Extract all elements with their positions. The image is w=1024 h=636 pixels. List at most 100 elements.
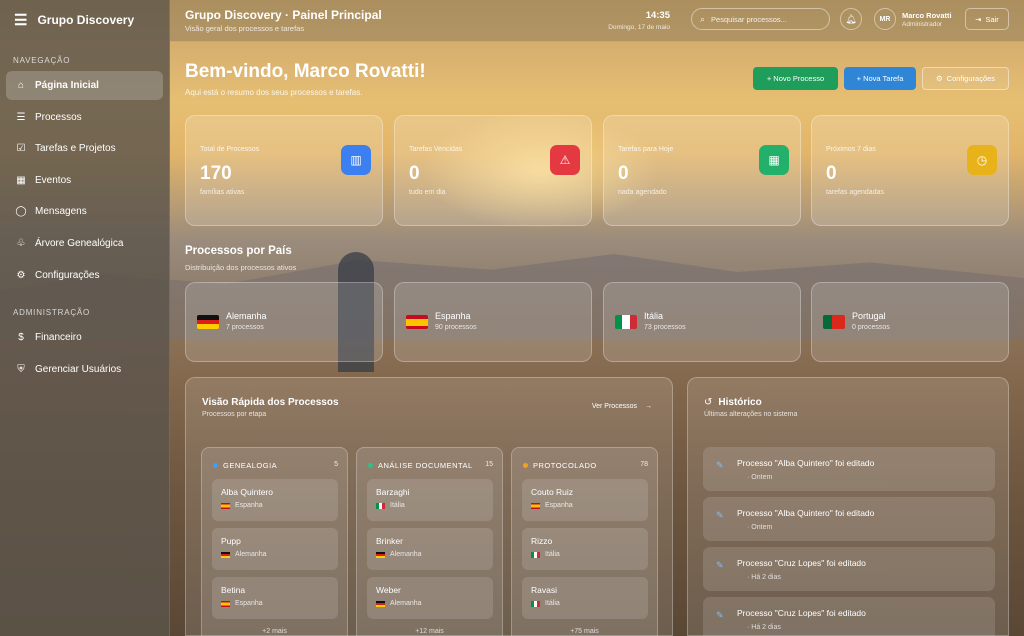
sidebar-item-label: Financeiro xyxy=(35,332,82,344)
notifications-button[interactable]: 🔔︎ xyxy=(840,8,862,30)
spain-flag-icon xyxy=(221,600,230,607)
view-processes-link[interactable]: Ver Processos → xyxy=(592,403,652,410)
stage-count: 5 xyxy=(334,461,338,468)
sidebar-item-users[interactable]: ⛨ Gerenciar Usuários xyxy=(6,355,163,384)
stage-header: PROTOCOLADO xyxy=(523,461,597,470)
sidebar-item-events[interactable]: ▦ Eventos xyxy=(6,166,163,195)
italy-flag-icon xyxy=(531,551,540,558)
process-card[interactable]: Brinker Alemanha xyxy=(367,528,493,570)
stat-card-overdue-tasks[interactable]: Tarefas Vencidas 0 tudo em dia ⚠ xyxy=(394,115,592,226)
country-name: Portugal xyxy=(852,311,886,321)
history-item[interactable]: ✎ Processo "Cruz Lopes" foi editado · Há 2… xyxy=(703,547,995,591)
admin-section-label: ADMINISTRAÇÃO xyxy=(13,308,91,318)
process-country: Alemanha xyxy=(376,600,422,607)
sidebar-item-processes[interactable]: ☰ Processos xyxy=(6,103,163,132)
spain-flag-icon xyxy=(531,502,540,509)
page-subtitle: Visão geral dos processos e tarefas xyxy=(185,24,305,33)
process-card[interactable]: Barzaghi Itália xyxy=(367,479,493,521)
history-text: Processo "Alba Quintero" foi editado xyxy=(737,508,875,518)
edit-icon: ✎ xyxy=(716,560,724,570)
logout-button[interactable]: ⇥ Sair xyxy=(965,8,1009,30)
stat-label: Próximos 7 dias xyxy=(826,146,876,153)
germany-flag-icon xyxy=(376,551,385,558)
process-card[interactable]: Ravasi Itália xyxy=(522,577,648,619)
logout-icon: ⇥ xyxy=(975,14,982,24)
country-name: Espanha xyxy=(435,311,471,321)
country-card-spain[interactable]: Espanha 90 processos xyxy=(394,282,592,362)
countries-title: Processos por País xyxy=(185,245,292,257)
process-country: Espanha xyxy=(221,502,263,509)
more-link[interactable]: +12 mais xyxy=(357,628,502,635)
stat-card-next-7-days[interactable]: Próximos 7 dias 0 tarefas agendadas ◷ xyxy=(811,115,1009,226)
history-icon: ↺ xyxy=(704,397,713,408)
stage-title: PROTOCOLADO xyxy=(533,461,597,470)
stat-label: Tarefas Vencidas xyxy=(409,146,463,153)
more-link[interactable]: +75 mais xyxy=(512,628,657,635)
settings-button[interactable]: ⚙ Configurações xyxy=(922,67,1009,90)
sidebar-brand: ☰ Grupo Discovery xyxy=(0,0,169,40)
home-icon: ⌂ xyxy=(17,80,25,91)
history-time-label: Ontem xyxy=(751,524,773,531)
country-card-portugal[interactable]: Portugal 0 processos xyxy=(811,282,1009,362)
history-text: Processo "Alba Quintero" foi editado xyxy=(737,458,875,468)
process-card[interactable]: Pupp Alemanha xyxy=(212,528,338,570)
chart-icon: ▥ xyxy=(341,145,371,175)
country-count: 7 processos xyxy=(226,324,264,331)
stat-card-total-processes[interactable]: Total de Processos 170 famílias ativas ▥ xyxy=(185,115,383,226)
arrow-right-icon: → xyxy=(645,403,652,410)
top-bar: Grupo Discovery · Painel Principal Visão… xyxy=(170,0,1024,42)
sidebar-item-label: Página Inicial xyxy=(35,80,99,91)
stat-value: 170 xyxy=(200,163,232,184)
search-icon: ⌕ xyxy=(700,13,706,24)
germany-flag-icon xyxy=(221,551,230,558)
new-process-button[interactable]: + Novo Processo xyxy=(753,67,838,90)
avatar[interactable]: MR xyxy=(874,8,896,30)
dollar-icon: $ xyxy=(18,332,24,344)
process-card[interactable]: Weber Alemanha xyxy=(367,577,493,619)
sidebar-item-financial[interactable]: $ Financeiro xyxy=(6,323,163,352)
stage-count: 78 xyxy=(640,461,648,468)
hamburger-menu-icon[interactable]: ☰ xyxy=(14,11,27,29)
country-count: 73 processos xyxy=(644,324,686,331)
italy-flag-icon xyxy=(615,315,637,329)
stat-card-tasks-today[interactable]: Tarefas para Hoje 0 nada agendado ▦ xyxy=(603,115,801,226)
edit-icon: ✎ xyxy=(716,460,724,470)
sidebar-item-tasks[interactable]: ☑ Tarefas e Projetos xyxy=(6,134,163,163)
stat-value: 0 xyxy=(618,163,629,184)
process-card[interactable]: Alba Quintero Espanha xyxy=(212,479,338,521)
search-input[interactable]: ⌕ Pesquisar processos... xyxy=(691,8,830,30)
clock-date: Domingo, 17 de maio xyxy=(608,24,670,31)
history-item[interactable]: ✎ Processo "Cruz Lopes" foi editado · Há 2… xyxy=(703,597,995,636)
stage-count: 15 xyxy=(485,461,493,468)
new-task-button[interactable]: + Nova Tarefa xyxy=(844,67,916,90)
process-card[interactable]: Rizzo Itália xyxy=(522,528,648,570)
sidebar-item-settings[interactable]: ⚙ Configurações xyxy=(6,261,163,290)
process-name: Betina xyxy=(221,585,246,595)
stage-header: GENEALOGIA xyxy=(213,461,277,470)
gear-icon: ⚙ xyxy=(16,269,26,281)
process-country-label: Itália xyxy=(545,600,560,607)
brand-name: Grupo Discovery xyxy=(37,13,135,27)
country-card-italy[interactable]: Itália 73 processos xyxy=(603,282,801,362)
more-link[interactable]: +2 mais xyxy=(202,628,347,635)
stage-title: ANÁLISE DOCUMENTAL xyxy=(378,461,473,470)
sidebar-item-messages[interactable]: ◯ Mensagens xyxy=(6,197,163,226)
history-item[interactable]: ✎ Processo "Alba Quintero" foi editado · O… xyxy=(703,447,995,491)
process-country: Espanha xyxy=(221,600,263,607)
process-card[interactable]: Betina Espanha xyxy=(212,577,338,619)
stage-column-genealogia: GENEALOGIA 5 Alba Quintero Espanha Pupp Al… xyxy=(201,447,348,636)
history-time-label: Há 2 dias xyxy=(751,574,781,581)
process-card[interactable]: Couto Ruiz Espanha xyxy=(522,479,648,521)
portugal-flag-icon xyxy=(823,315,845,329)
sidebar-item-home[interactable]: ⌂ Página Inicial xyxy=(6,71,163,100)
stat-label: Total de Processos xyxy=(200,146,260,153)
country-card-germany[interactable]: Alemanha 7 processos xyxy=(185,282,383,362)
spain-flag-icon xyxy=(406,315,428,329)
sidebar-item-family-tree[interactable]: ♧ Árvore Genealógica xyxy=(6,229,163,258)
process-name: Alba Quintero xyxy=(221,487,273,497)
page-title: Grupo Discovery · Painel Principal xyxy=(185,8,382,22)
history-item[interactable]: ✎ Processo "Alba Quintero" foi editado · O… xyxy=(703,497,995,541)
clock-icon: ◷ xyxy=(967,145,997,175)
stage-column-analise-documental: ANÁLISE DOCUMENTAL 15 Barzaghi Itália Bri… xyxy=(356,447,503,636)
stat-description: tarefas agendadas xyxy=(826,189,884,196)
